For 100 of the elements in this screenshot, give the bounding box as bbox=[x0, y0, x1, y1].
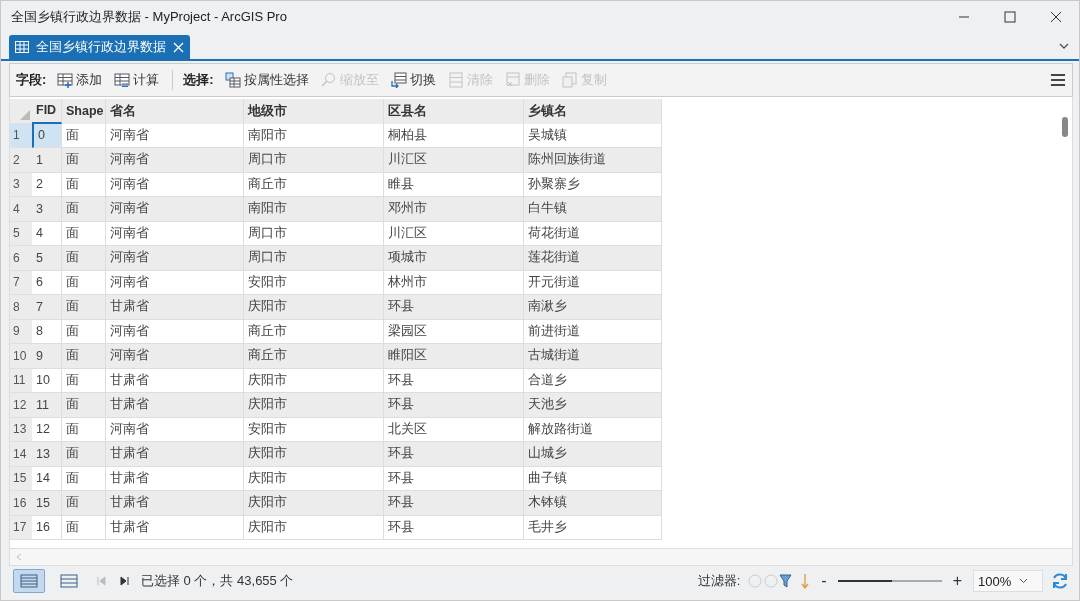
refresh-icon[interactable] bbox=[1051, 572, 1069, 590]
horizontal-scrollbar[interactable] bbox=[9, 548, 1073, 566]
table-cell: 解放路街道 bbox=[524, 417, 662, 442]
row-number[interactable]: 9 bbox=[10, 319, 32, 344]
table-cell: 14 bbox=[32, 466, 62, 491]
table-calculate-icon bbox=[114, 72, 131, 88]
maximize-icon[interactable] bbox=[1003, 10, 1017, 24]
row-number[interactable]: 10 bbox=[10, 344, 32, 369]
table-cell: 环县 bbox=[384, 368, 524, 393]
table-cell: 庆阳市 bbox=[244, 491, 384, 516]
row-number[interactable]: 5 bbox=[10, 221, 32, 246]
table-cell: 合道乡 bbox=[524, 368, 662, 393]
table-cell: 环县 bbox=[384, 393, 524, 418]
zoom-out-button[interactable]: - bbox=[818, 572, 830, 590]
column-header[interactable]: FID bbox=[32, 99, 62, 124]
table-cell: 陈州回族街道 bbox=[524, 148, 662, 173]
row-number[interactable]: 7 bbox=[10, 270, 32, 295]
table-cell: 面 bbox=[62, 197, 106, 222]
row-number[interactable]: 17 bbox=[10, 515, 32, 540]
table-cell: 河南省 bbox=[106, 417, 244, 442]
table-cell: 周口市 bbox=[244, 246, 384, 271]
row-number[interactable]: 8 bbox=[10, 295, 32, 320]
row-number[interactable]: 16 bbox=[10, 491, 32, 516]
corner-cell[interactable] bbox=[10, 99, 32, 124]
menu-icon[interactable] bbox=[1050, 73, 1066, 87]
table-cell: 面 bbox=[62, 368, 106, 393]
row-number[interactable]: 12 bbox=[10, 393, 32, 418]
table-cell: 吴城镇 bbox=[524, 123, 662, 148]
table-cell: 9 bbox=[32, 344, 62, 369]
table-cell: 梁园区 bbox=[384, 319, 524, 344]
toolbar-button[interactable]: 添加 bbox=[54, 69, 106, 91]
table-cell: 2 bbox=[32, 172, 62, 197]
row-number[interactable]: 13 bbox=[10, 417, 32, 442]
scroll-left-icon[interactable] bbox=[16, 553, 22, 561]
table-cell: 山城乡 bbox=[524, 442, 662, 467]
table-cell: 开元街道 bbox=[524, 270, 662, 295]
row-number[interactable]: 15 bbox=[10, 466, 32, 491]
table-cell: 邓州市 bbox=[384, 197, 524, 222]
table-cell: 川汇区 bbox=[384, 148, 524, 173]
list-view-icon bbox=[60, 574, 78, 588]
table-cell: 环县 bbox=[384, 491, 524, 516]
chevron-down-icon[interactable] bbox=[1019, 578, 1029, 584]
table-cell: 甘肃省 bbox=[106, 515, 244, 540]
table-icon bbox=[15, 41, 29, 53]
column-header[interactable]: 省名 bbox=[106, 99, 244, 124]
close-icon[interactable] bbox=[1049, 10, 1063, 24]
toolbar-button[interactable]: 计算 bbox=[111, 69, 163, 91]
row-number[interactable]: 14 bbox=[10, 442, 32, 467]
toolbar-button[interactable]: 按属性选择 bbox=[221, 69, 312, 91]
table-cell: 安阳市 bbox=[244, 270, 384, 295]
column-header[interactable]: 地级市 bbox=[244, 99, 384, 124]
chevron-down-icon[interactable] bbox=[1059, 43, 1069, 50]
row-number[interactable]: 2 bbox=[10, 148, 32, 173]
table-cell: 环县 bbox=[384, 515, 524, 540]
copy-icon bbox=[561, 72, 578, 88]
zoom-dropdown[interactable]: 100% bbox=[973, 570, 1043, 592]
table-cell: 面 bbox=[62, 515, 106, 540]
table-cell: 河南省 bbox=[106, 270, 244, 295]
list-icon bbox=[447, 72, 464, 88]
table-cell: 面 bbox=[62, 442, 106, 467]
table-switch-icon bbox=[390, 72, 407, 88]
table-cell: 商丘市 bbox=[244, 319, 384, 344]
table-cell: 商丘市 bbox=[244, 172, 384, 197]
triangle-icon bbox=[20, 109, 30, 120]
row-number[interactable]: 1 bbox=[10, 123, 32, 148]
table-cell: 环县 bbox=[384, 295, 524, 320]
table-cell: 甘肃省 bbox=[106, 442, 244, 467]
table-cell: 河南省 bbox=[106, 221, 244, 246]
first-record-icon[interactable] bbox=[96, 576, 106, 586]
last-record-icon[interactable] bbox=[120, 576, 130, 586]
table-cell: 甘肃省 bbox=[106, 491, 244, 516]
table-cell: 面 bbox=[62, 417, 106, 442]
table-cell: 周口市 bbox=[244, 148, 384, 173]
table-cell: 环县 bbox=[384, 466, 524, 491]
table-cell: 孙聚寨乡 bbox=[524, 172, 662, 197]
table-cell: 莲花街道 bbox=[524, 246, 662, 271]
sort-icon[interactable] bbox=[800, 573, 811, 589]
filter-icons[interactable] bbox=[748, 573, 793, 589]
column-header[interactable]: Shape bbox=[62, 99, 106, 124]
table-cell: 16 bbox=[32, 515, 62, 540]
table-cell: 1 bbox=[32, 148, 62, 173]
view-toggle[interactable] bbox=[13, 569, 45, 593]
table-cell: 河南省 bbox=[106, 123, 244, 148]
table-cell: 庆阳市 bbox=[244, 515, 384, 540]
row-number[interactable]: 3 bbox=[10, 172, 32, 197]
view-tab[interactable]: 全国乡镇行政边界数据 bbox=[9, 35, 190, 59]
zoom-in-button[interactable]: + bbox=[949, 572, 965, 590]
column-header[interactable]: 乡镇名 bbox=[524, 99, 662, 124]
column-header[interactable]: 区县名 bbox=[384, 99, 524, 124]
table-cell: 7 bbox=[32, 295, 62, 320]
table-cell: 甘肃省 bbox=[106, 393, 244, 418]
table-delete-icon bbox=[504, 72, 521, 88]
table-cell: 0 bbox=[32, 123, 62, 148]
row-number[interactable]: 11 bbox=[10, 368, 32, 393]
table-cell: 安阳市 bbox=[244, 417, 384, 442]
table-cell: 川汇区 bbox=[384, 221, 524, 246]
table-cell: 天池乡 bbox=[524, 393, 662, 418]
toolbar-button[interactable]: 切换 bbox=[387, 69, 439, 91]
row-number[interactable]: 4 bbox=[10, 197, 32, 222]
row-number[interactable]: 6 bbox=[10, 246, 32, 271]
